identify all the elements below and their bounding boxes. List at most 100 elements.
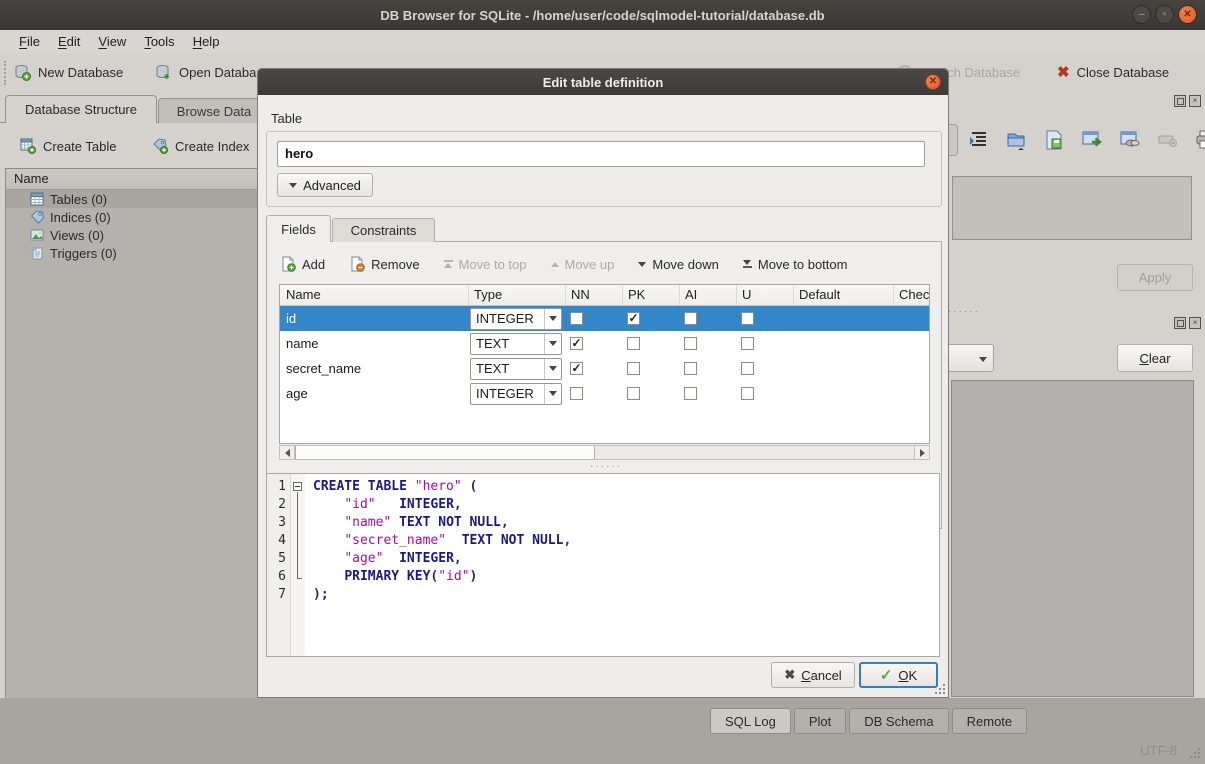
u-checkbox[interactable] — [741, 362, 754, 375]
open-file-icon[interactable] — [1004, 128, 1028, 152]
col-name[interactable]: Name — [280, 285, 469, 305]
close-database-button[interactable]: ✖ Close Database — [1057, 58, 1169, 86]
indent-icon[interactable] — [966, 128, 990, 152]
add-field-button[interactable]: Add — [280, 256, 325, 272]
close-button[interactable]: ✕ — [1178, 5, 1197, 24]
col-ai[interactable]: AI — [680, 285, 737, 305]
scroll-right-icon[interactable] — [914, 446, 929, 459]
create-index-button[interactable]: Create Index — [152, 133, 249, 159]
tab-browse-data[interactable]: Browse Data — [158, 98, 270, 123]
tab-constraints[interactable]: Constraints — [332, 218, 435, 242]
tab-db-schema[interactable]: DB Schema — [849, 708, 948, 734]
tab-sql-log[interactable]: SQL Log — [710, 708, 791, 734]
field-row-secret-name[interactable]: secret_name TEXT — [280, 356, 930, 381]
scroll-left-icon[interactable] — [280, 446, 295, 459]
u-checkbox[interactable] — [741, 387, 754, 400]
col-default[interactable]: Default — [794, 285, 894, 305]
nn-checkbox[interactable] — [570, 337, 583, 350]
window-title: DB Browser for SQLite - /home/user/code/… — [380, 8, 824, 23]
ai-checkbox[interactable] — [684, 362, 697, 375]
type-combo[interactable]: INTEGER — [470, 383, 562, 405]
tab-constraints-label: Constraints — [351, 223, 417, 238]
dialog-close-button[interactable]: ✕ — [925, 74, 941, 90]
col-check[interactable]: Check — [894, 285, 930, 305]
sql-line-numbers: 1234567 — [267, 474, 291, 656]
field-name[interactable]: id — [280, 311, 469, 326]
nn-checkbox[interactable] — [570, 312, 583, 325]
sql-preview[interactable]: 1234567 CREATE TABLE "hero" ( "id" INTEG… — [266, 473, 940, 657]
pk-checkbox[interactable] — [627, 387, 640, 400]
grid-hscrollbar[interactable] — [279, 445, 930, 460]
dock-close-icon[interactable]: × — [1189, 317, 1201, 329]
field-row-id[interactable]: id INTEGER — [280, 306, 930, 331]
save-file-icon[interactable] — [1042, 128, 1066, 152]
table-name-input[interactable]: hero — [277, 141, 925, 167]
print-icon[interactable] — [1194, 128, 1205, 152]
move-up-button: Move up — [551, 257, 615, 272]
sql-log-view — [951, 380, 1194, 697]
fold-collapse-icon[interactable] — [293, 482, 302, 491]
open-database-button[interactable]: Open Database — [155, 58, 270, 86]
type-combo[interactable]: TEXT — [470, 333, 562, 355]
field-row-name[interactable]: name TEXT — [280, 331, 930, 356]
col-type[interactable]: Type — [469, 285, 566, 305]
menu-help[interactable]: Help — [184, 32, 229, 51]
col-pk[interactable]: PK — [623, 285, 680, 305]
tab-fields[interactable]: Fields — [266, 215, 331, 242]
dock-float-icon[interactable] — [1174, 317, 1186, 329]
nn-checkbox[interactable] — [570, 387, 583, 400]
field-row-age[interactable]: age INTEGER — [280, 381, 930, 406]
pk-checkbox[interactable] — [627, 362, 640, 375]
menu-view[interactable]: View — [89, 32, 135, 51]
toolbar-grip[interactable] — [4, 61, 8, 85]
field-name[interactable]: name — [280, 336, 469, 351]
maximize-button[interactable]: ▫ — [1155, 5, 1174, 24]
dialog-resize-grip[interactable] — [935, 684, 945, 694]
tab-plot[interactable]: Plot — [794, 708, 846, 734]
nn-checkbox[interactable] — [570, 362, 583, 375]
remove-field-button[interactable]: Remove — [349, 256, 419, 272]
tab-remote[interactable]: Remote — [952, 708, 1028, 734]
window-resize-grip[interactable] — [1190, 748, 1200, 758]
cancel-button[interactable]: ✖ Cancel — [771, 662, 855, 688]
col-nn[interactable]: NN — [566, 285, 623, 305]
advanced-button[interactable]: Advanced — [277, 173, 373, 197]
minimize-button[interactable]: – — [1132, 5, 1151, 24]
dock-close-icon[interactable]: × — [1189, 95, 1201, 107]
create-table-button[interactable]: Create Table — [20, 133, 116, 159]
ok-button[interactable]: ✓ OK — [859, 662, 938, 688]
dialog-splitter-handle[interactable]: ······ — [576, 461, 636, 472]
link-icon[interactable] — [1118, 128, 1142, 152]
move-to-bottom-button[interactable]: Move to bottom — [743, 257, 848, 272]
grid-header-row: Name Type NN PK AI U Default Check — [280, 285, 930, 306]
tab-database-structure[interactable]: Database Structure — [5, 95, 157, 123]
type-combo[interactable]: INTEGER — [470, 308, 562, 330]
ok-check-icon: ✓ — [880, 666, 893, 684]
chevron-down-icon — [289, 183, 297, 188]
u-checkbox[interactable] — [741, 337, 754, 350]
dock-float-icon[interactable] — [1174, 95, 1186, 107]
tab-remote-label: Remote — [967, 714, 1013, 729]
ai-checkbox[interactable] — [684, 312, 697, 325]
pk-checkbox[interactable] — [627, 312, 640, 325]
type-combo[interactable]: TEXT — [470, 358, 562, 380]
menu-tools[interactable]: Tools — [135, 32, 183, 51]
pk-checkbox[interactable] — [627, 337, 640, 350]
new-database-button[interactable]: New Database — [14, 58, 123, 86]
scrollbar-thumb[interactable] — [295, 446, 595, 459]
execute-icon[interactable] — [1080, 128, 1104, 152]
type-value: TEXT — [471, 361, 544, 376]
move-down-button[interactable]: Move down — [638, 257, 718, 272]
ai-checkbox[interactable] — [684, 387, 697, 400]
field-name[interactable]: secret_name — [280, 361, 469, 376]
field-name[interactable]: age — [280, 386, 469, 401]
menu-edit[interactable]: Edit — [49, 32, 89, 51]
clear-label: Clear — [1139, 351, 1170, 366]
u-checkbox[interactable] — [741, 312, 754, 325]
splitter-handle[interactable]: ······ — [948, 306, 1018, 317]
clear-button[interactable]: Clear — [1117, 344, 1193, 372]
col-u[interactable]: U — [737, 285, 794, 305]
ai-checkbox[interactable] — [684, 337, 697, 350]
close-database-label: Close Database — [1077, 65, 1170, 80]
menu-file[interactable]: File — [10, 32, 49, 51]
